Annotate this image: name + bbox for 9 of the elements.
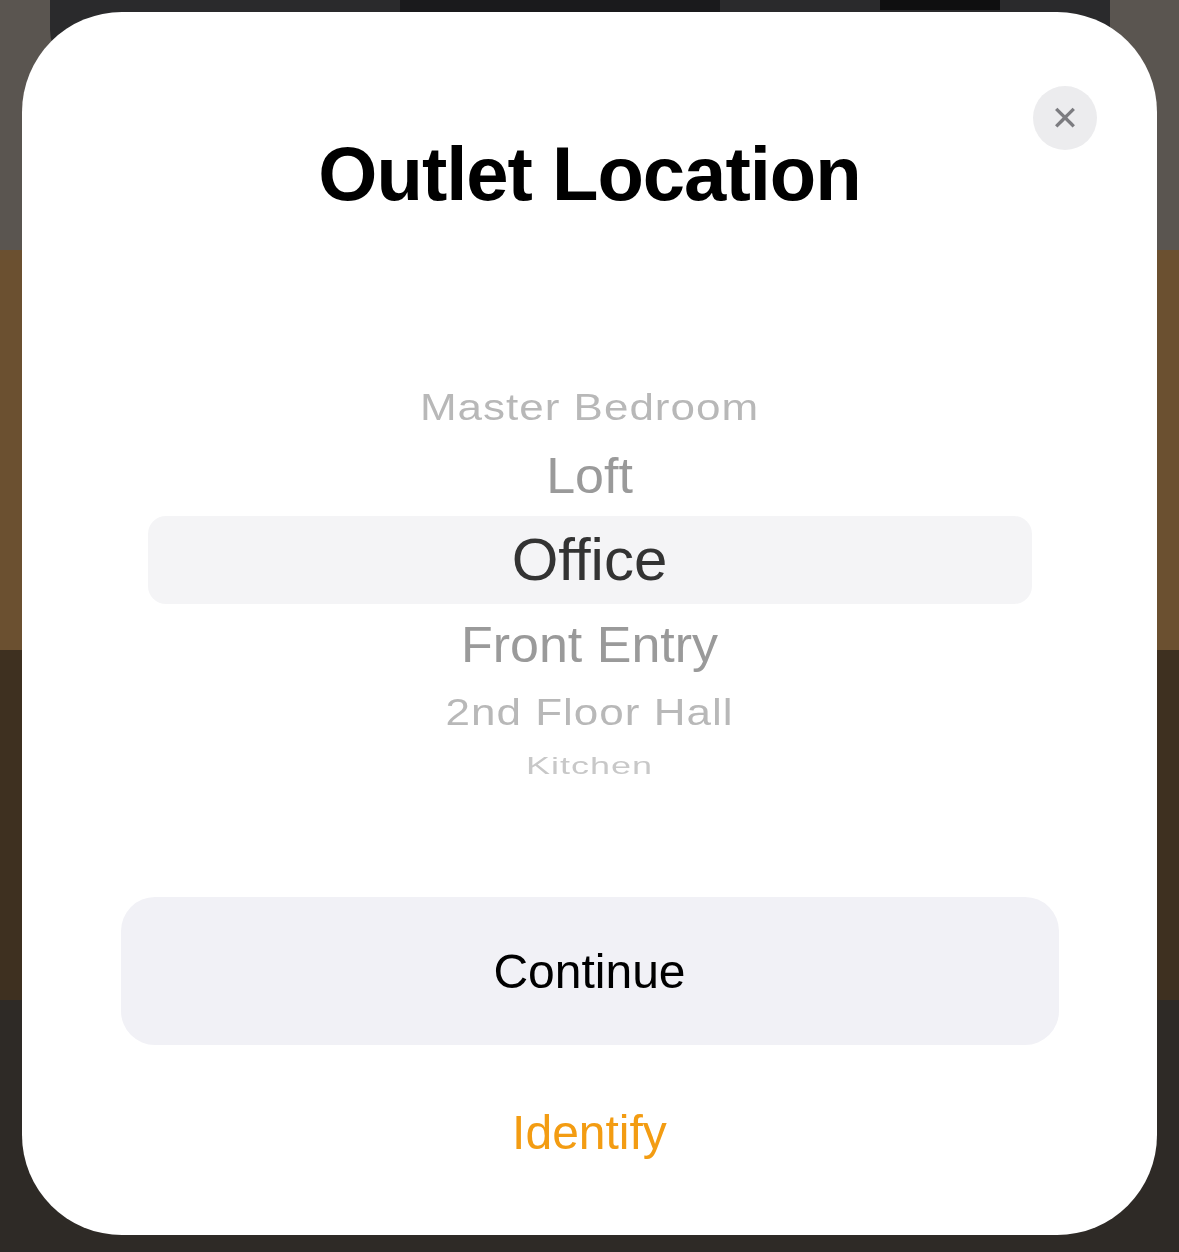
picker-option[interactable]: Front Entry — [147, 607, 1032, 682]
close-button[interactable]: ✕ — [1033, 86, 1097, 150]
continue-button[interactable]: Continue — [120, 897, 1059, 1045]
picker-selection[interactable]: Office — [147, 516, 1032, 604]
picker-option[interactable]: Master Bedroom — [147, 377, 1032, 439]
identify-link[interactable]: Identify — [512, 1105, 667, 1160]
picker-option[interactable]: Loft — [147, 438, 1032, 513]
picker-option[interactable]: 2nd Floor Hall — [147, 681, 1032, 746]
sheet-title: Outlet Location — [318, 130, 861, 217]
